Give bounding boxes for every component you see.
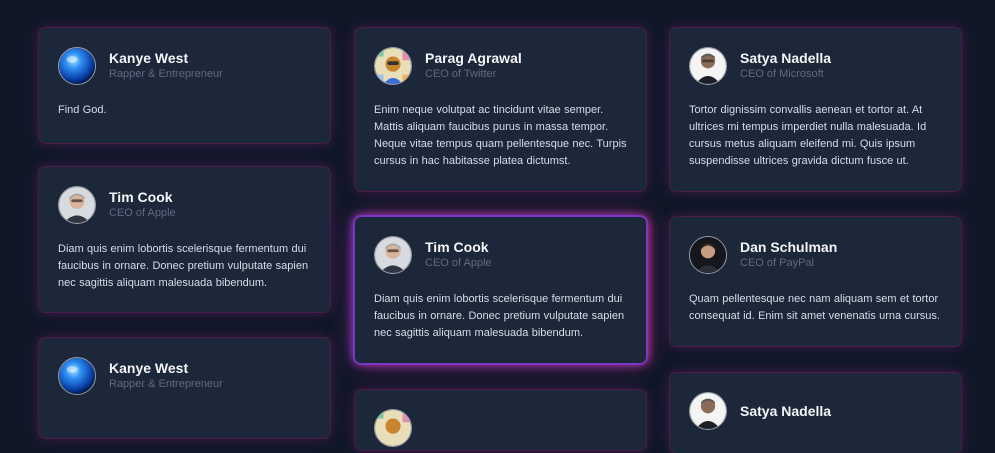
blue-orb-avatar bbox=[58, 357, 96, 395]
parag-agrawal-avatar bbox=[374, 47, 412, 85]
testimonial-card[interactable]: Dan Schulman CEO of PayPal Quam pellente… bbox=[670, 217, 961, 346]
tim-cook-avatar bbox=[58, 186, 96, 224]
author-name: Kanye West bbox=[109, 360, 189, 376]
author-role: Rapper & Entrepreneur bbox=[109, 68, 223, 80]
card-header: Dan Schulman CEO of PayPal bbox=[689, 236, 942, 274]
card-header: Satya Nadella CEO of Microsoft bbox=[689, 47, 942, 85]
testimonial-card-highlighted[interactable]: Tim Cook CEO of Apple Diam quis enim lob… bbox=[355, 217, 646, 363]
blue-orb-avatar bbox=[58, 47, 96, 85]
author-role: Rapper & Entrepreneur bbox=[109, 378, 223, 390]
testimonial-card[interactable]: Tim Cook CEO of Apple Diam quis enim lob… bbox=[39, 167, 330, 312]
card-header: Kanye West Rapper & Entrepreneur bbox=[58, 357, 311, 395]
author-role: CEO of Microsoft bbox=[740, 68, 824, 80]
author-name: Kanye West bbox=[109, 50, 189, 66]
testimonial-card[interactable]: Kanye West Rapper & Entrepreneur bbox=[39, 338, 330, 438]
author-name: Parag Agrawal bbox=[425, 50, 522, 66]
author-name: Tim Cook bbox=[109, 189, 173, 205]
parag-agrawal-avatar bbox=[374, 409, 412, 447]
testimonial-quote: Diam quis enim lobortis scelerisque ferm… bbox=[58, 243, 309, 289]
card-header: Satya Nadella bbox=[689, 392, 942, 430]
card-header: Parag Agrawal CEO of Twitter bbox=[374, 47, 627, 85]
testimonial-quote: Diam quis enim lobortis scelerisque ferm… bbox=[374, 293, 625, 339]
testimonial-quote: Quam pellentesque nec nam aliquam sem et… bbox=[689, 293, 940, 322]
dan-schulman-avatar bbox=[689, 236, 727, 274]
tim-cook-avatar bbox=[374, 236, 412, 274]
testimonial-card[interactable]: Satya Nadella CEO of Microsoft Tortor di… bbox=[670, 28, 961, 191]
card-header bbox=[374, 409, 627, 447]
testimonial-card[interactable]: Parag Agrawal CEO of Twitter Enim neque … bbox=[355, 28, 646, 191]
card-header: Tim Cook CEO of Apple bbox=[58, 186, 311, 224]
satya-nadella-avatar bbox=[689, 47, 727, 85]
testimonial-card[interactable]: Kanye West Rapper & Entrepreneur Find Go… bbox=[39, 28, 330, 143]
card-header: Tim Cook CEO of Apple bbox=[374, 236, 627, 274]
author-name: Tim Cook bbox=[425, 239, 489, 255]
author-role: CEO of Twitter bbox=[425, 68, 497, 80]
testimonial-quote: Tortor dignissim convallis aenean et tor… bbox=[689, 104, 927, 167]
author-role: CEO of Apple bbox=[425, 257, 492, 269]
author-name: Dan Schulman bbox=[740, 239, 838, 255]
testimonial-card[interactable] bbox=[355, 390, 646, 450]
author-role: CEO of Apple bbox=[109, 207, 176, 219]
testimonial-quote: Find God. bbox=[58, 104, 107, 116]
testimonial-quote: Enim neque volutpat ac tincidunt vitae s… bbox=[374, 104, 627, 167]
testimonial-grid: Kanye West Rapper & Entrepreneur Find Go… bbox=[0, 0, 995, 453]
satya-nadella-avatar bbox=[689, 392, 727, 430]
testimonial-card[interactable]: Satya Nadella bbox=[670, 373, 961, 453]
card-header: Kanye West Rapper & Entrepreneur bbox=[58, 47, 311, 85]
author-role: CEO of PayPal bbox=[740, 257, 814, 269]
author-name: Satya Nadella bbox=[740, 50, 832, 66]
